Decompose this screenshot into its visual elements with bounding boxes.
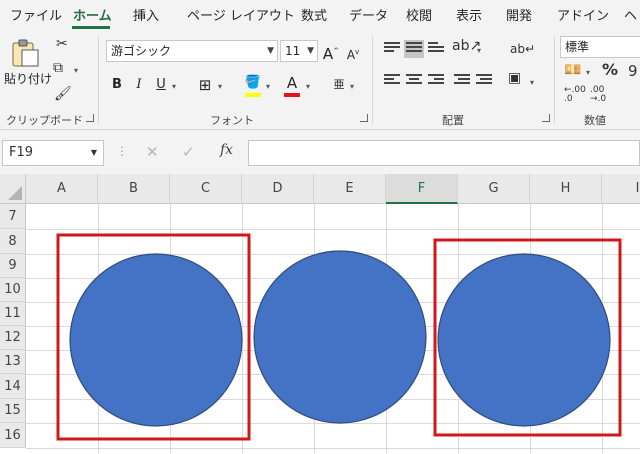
- insert-function-button[interactable]: fx: [220, 142, 233, 158]
- font-group-label: フォント: [210, 114, 254, 127]
- circle-shape-center[interactable]: [253, 250, 427, 424]
- bold-button[interactable]: B: [108, 74, 126, 96]
- shrink-font-button[interactable]: Av: [344, 41, 362, 63]
- chevron-down-icon: ▼: [267, 46, 274, 56]
- grow-font-button[interactable]: A^: [322, 40, 340, 63]
- align-middle-icon[interactable]: [404, 40, 424, 58]
- formula-input[interactable]: [248, 140, 640, 166]
- circle-shape-right[interactable]: [437, 253, 611, 427]
- enter-icon[interactable]: ✓: [182, 143, 195, 161]
- circle-shape-left[interactable]: [69, 253, 243, 427]
- merge-center-icon[interactable]: ▣: [508, 70, 521, 86]
- font-name-combobox[interactable]: 游ゴシック ▼: [106, 40, 278, 62]
- paste-button[interactable]: 貼り付け: [4, 70, 52, 87]
- paste-icon[interactable]: [10, 38, 40, 68]
- font-launcher-icon[interactable]: [360, 114, 368, 122]
- active-tab-indicator: [72, 26, 110, 29]
- align-left-icon[interactable]: [384, 74, 400, 88]
- increase-decimal-label: .00: [571, 85, 586, 95]
- ribbon: 貼り付け ✂ ⧉ ▾ 🖌 クリップボード 游ゴシック ▼ 11 ▼ A^ Av …: [0, 30, 640, 130]
- ribbon-tab-bar: ファイル ホーム 挿入 ページ レイアウト 数式 データ 校閲 表示 開発 アド…: [0, 0, 640, 30]
- fill-color-dropdown-icon[interactable]: ▾: [266, 82, 270, 91]
- tab-help[interactable]: ヘ: [624, 5, 637, 24]
- cancel-icon[interactable]: ✕: [146, 143, 159, 161]
- decrease-indent-icon[interactable]: [454, 74, 470, 88]
- fill-color-icon[interactable]: 🪣: [244, 72, 262, 94]
- alignment-launcher-icon[interactable]: [542, 114, 550, 122]
- tab-addins[interactable]: アドイン: [557, 5, 609, 24]
- tab-page-layout[interactable]: ページ レイアウト: [187, 5, 295, 24]
- tab-file[interactable]: ファイル: [10, 5, 62, 24]
- align-center-icon[interactable]: [406, 74, 422, 88]
- name-box-value: F19: [9, 145, 34, 160]
- phonetic-guide-button[interactable]: 亜: [330, 74, 348, 96]
- clipboard-group-label: クリップボード: [6, 114, 83, 127]
- fill-color-swatch: [245, 93, 261, 97]
- borders-icon[interactable]: ⊞: [196, 74, 214, 96]
- italic-button[interactable]: I: [130, 74, 148, 96]
- group-divider: [98, 36, 99, 124]
- orientation-dropdown-icon[interactable]: ▾: [477, 46, 481, 55]
- group-divider: [372, 36, 373, 124]
- clipboard-launcher-icon[interactable]: [86, 114, 94, 122]
- font-name-value: 游ゴシック: [111, 44, 172, 58]
- tab-insert[interactable]: 挿入: [133, 5, 159, 24]
- decrease-decimal-button[interactable]: .00 →.0: [590, 86, 606, 104]
- cut-icon[interactable]: ✂: [56, 36, 68, 52]
- increase-decimal-button[interactable]: ←.00.0: [564, 86, 586, 104]
- tab-review[interactable]: 校閲: [406, 5, 432, 24]
- font-color-swatch: [284, 93, 300, 97]
- grow-font-label: A: [322, 45, 334, 63]
- align-top-icon[interactable]: [384, 42, 400, 56]
- number-group-label: 数値: [584, 114, 606, 127]
- format-painter-icon[interactable]: 🖌: [54, 86, 72, 102]
- tab-home[interactable]: ホーム: [73, 5, 112, 24]
- name-box[interactable]: F19 ▼: [2, 140, 104, 166]
- wrap-text-icon[interactable]: ab↵: [510, 42, 535, 56]
- splitter-handle-icon[interactable]: ⋮: [116, 144, 128, 158]
- comma-style-button[interactable]: 9: [628, 62, 638, 80]
- percent-style-button[interactable]: %: [602, 60, 618, 79]
- worksheet-grid[interactable]: A B C D E F G H I 7 8 9 10 11 12 13 14 1…: [0, 174, 640, 454]
- chevron-down-icon: ▼: [90, 148, 97, 157]
- font-color-dropdown-icon[interactable]: ▾: [306, 82, 310, 91]
- tab-formulas[interactable]: 数式: [301, 5, 327, 24]
- formula-bar: F19 ▼ ⋮ ✕ ✓ fx: [0, 130, 640, 174]
- tab-developer[interactable]: 開発: [506, 5, 532, 24]
- accounting-format-icon[interactable]: 💴: [564, 62, 581, 78]
- number-format-combobox[interactable]: 標準: [560, 36, 640, 58]
- phonetic-dropdown-icon[interactable]: ▾: [350, 82, 354, 91]
- decrease-decimal-label: .00: [590, 85, 605, 95]
- tab-data[interactable]: データ: [349, 5, 388, 24]
- merge-dropdown-icon[interactable]: ▾: [530, 78, 534, 87]
- chevron-down-icon: ▼: [307, 46, 314, 56]
- font-color-button[interactable]: A: [283, 72, 301, 94]
- alignment-group-label: 配置: [442, 114, 464, 127]
- underline-dropdown-icon[interactable]: ▾: [172, 82, 176, 91]
- shapes-layer: [56, 233, 622, 441]
- accounting-dropdown-icon[interactable]: ▾: [586, 68, 590, 77]
- tab-view[interactable]: 表示: [456, 5, 482, 24]
- underline-button[interactable]: U: [152, 74, 170, 96]
- font-size-value: 11: [285, 44, 301, 58]
- font-size-combobox[interactable]: 11 ▼: [280, 40, 318, 62]
- borders-dropdown-icon[interactable]: ▾: [218, 82, 222, 91]
- copy-icon[interactable]: ⧉: [53, 60, 63, 76]
- increase-indent-icon[interactable]: [476, 74, 492, 88]
- group-divider: [554, 36, 555, 124]
- align-right-icon[interactable]: [428, 74, 444, 88]
- align-bottom-icon[interactable]: [428, 42, 444, 56]
- number-format-value: 標準: [565, 40, 590, 54]
- copy-dropdown-icon[interactable]: ▾: [74, 66, 78, 75]
- shrink-font-label: A: [346, 48, 356, 62]
